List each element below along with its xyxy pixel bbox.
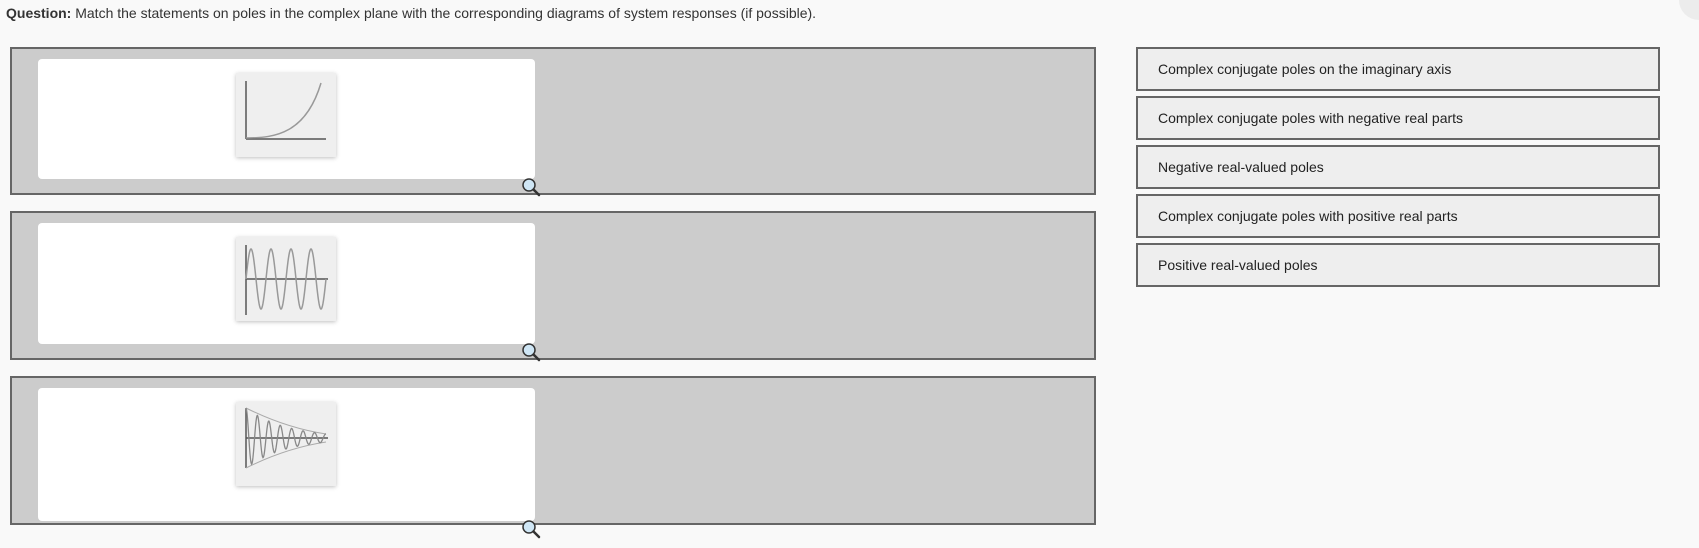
answer-label: Complex conjugate poles on the imaginary… xyxy=(1158,61,1452,77)
answer-option-negative-real-parts[interactable]: Complex conjugate poles with negative re… xyxy=(1136,96,1660,140)
diagram-card-2 xyxy=(38,223,541,362)
answer-option-negative-real-poles[interactable]: Negative real-valued poles xyxy=(1136,145,1660,189)
zoom-magnifier-icon[interactable] xyxy=(521,177,541,197)
drop-zone-3[interactable] xyxy=(10,376,1096,539)
question-prompt: Question: Match the statements on poles … xyxy=(6,4,816,22)
zoom-magnifier-icon[interactable] xyxy=(521,342,541,362)
question-label: Question: xyxy=(6,5,72,21)
sustained-oscillation-icon[interactable] xyxy=(236,237,336,321)
drop-zone-2[interactable] xyxy=(10,211,1096,362)
diagram-card-3 xyxy=(38,388,541,539)
answer-option-imaginary-axis[interactable]: Complex conjugate poles on the imaginary… xyxy=(1136,47,1660,91)
drop-zone-1[interactable] xyxy=(10,47,1096,197)
diagram-card-1 xyxy=(38,59,541,197)
growing-exponential-icon[interactable] xyxy=(236,73,336,157)
answer-label: Complex conjugate poles with positive re… xyxy=(1158,208,1458,224)
zoom-magnifier-icon[interactable] xyxy=(521,519,541,539)
damped-oscillation-icon[interactable] xyxy=(236,402,336,486)
answer-label: Negative real-valued poles xyxy=(1158,159,1324,175)
answer-label: Positive real-valued poles xyxy=(1158,257,1318,273)
question-text: Match the statements on poles in the com… xyxy=(75,5,817,21)
answer-label: Complex conjugate poles with negative re… xyxy=(1158,110,1464,126)
corner-decoration xyxy=(1679,0,1699,20)
answer-option-positive-real-poles[interactable]: Positive real-valued poles xyxy=(1136,243,1660,287)
answer-option-positive-real-parts[interactable]: Complex conjugate poles with positive re… xyxy=(1136,194,1660,238)
